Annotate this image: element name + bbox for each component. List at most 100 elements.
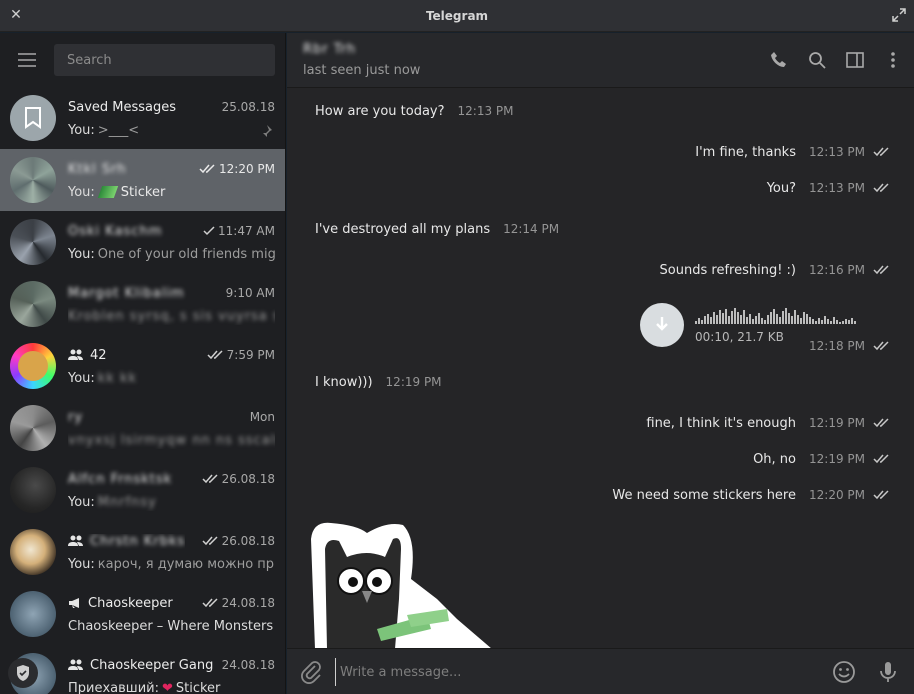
emoji-icon[interactable]	[832, 660, 856, 684]
message-sender: You:	[68, 184, 95, 200]
message-time: 12:13 PM	[809, 181, 865, 195]
message-sender: Приехавший:	[68, 680, 159, 694]
message-preview: Sticker	[175, 680, 221, 694]
message-preview: Sticker	[120, 184, 166, 200]
maximize-window-icon[interactable]	[892, 8, 906, 22]
close-window-icon[interactable]: ✕	[8, 7, 24, 23]
message-preview: kk kk	[97, 370, 138, 386]
chat-name: ry	[68, 409, 84, 425]
title-bar: ✕ Telegram	[0, 0, 914, 32]
chat-list-sidebar: Saved Messages 25.08.18 You:>___< Ktkl S…	[0, 33, 286, 694]
owl-sticker-image[interactable]	[307, 519, 497, 648]
chat-item-active[interactable]: Ktkl Srh 12:20 PM You: Sticker	[0, 149, 285, 211]
double-check-icon	[873, 418, 889, 428]
message-sender: You:	[68, 246, 95, 262]
group-icon	[68, 535, 83, 546]
chat-time: 9:10 AM	[225, 286, 275, 300]
pin-icon	[262, 125, 272, 138]
chat-name: Chrstn Krbks	[90, 533, 186, 549]
chat-time: 7:59 PM	[226, 348, 275, 362]
message-preview: >___<	[97, 122, 140, 138]
chat-item-42[interactable]: 42 7:59 PM You: kk kk	[0, 335, 285, 397]
chat-item[interactable]: ry Mon vnyxsj lsirmyqw nn ns sscalshh ..…	[0, 397, 285, 459]
chat-name: Margot Klibalim	[68, 285, 185, 301]
avatar	[10, 467, 56, 513]
chat-name: Saved Messages	[68, 99, 177, 115]
message-input[interactable]	[335, 658, 815, 686]
chat-time: 26.08.18	[221, 534, 275, 548]
message-text: fine, I think it's enough	[646, 416, 796, 431]
message-text: Oh, no	[753, 452, 796, 467]
message-outgoing[interactable]: You? 12:13 PM	[767, 181, 890, 196]
message-text: How are you today?	[315, 104, 445, 119]
chat-item-saved-messages[interactable]: Saved Messages 25.08.18 You: >___<	[0, 87, 285, 149]
attach-paperclip-icon[interactable]	[299, 660, 323, 684]
message-text: Sounds refreshing! :)	[659, 263, 796, 278]
shield-icon[interactable]	[8, 658, 38, 688]
voice-waveform[interactable]	[695, 306, 883, 324]
message-incoming[interactable]: I've destroyed all my plans 12:14 PM	[315, 222, 559, 237]
chat-panel: Rbr Trh last seen just now How are you t…	[287, 33, 914, 694]
voice-message[interactable]: 00:10, 21.7 KB 12:18 PM	[640, 303, 890, 359]
message-text: We need some stickers here	[612, 488, 796, 503]
sticker-thumbnail-icon	[97, 186, 118, 198]
message-time: 12:19 PM	[809, 416, 865, 430]
message-outgoing[interactable]: I'm fine, thanks 12:13 PM	[695, 145, 890, 160]
message-incoming[interactable]: How are you today? 12:13 PM	[315, 104, 514, 119]
chat-item[interactable]: Margot Klibalim 9:10 AM Kroblen syrsq, s…	[0, 273, 285, 335]
message-text: I'm fine, thanks	[695, 145, 796, 160]
double-check-icon	[207, 350, 223, 360]
message-time: 12:19 PM	[809, 452, 865, 466]
double-check-icon	[873, 147, 889, 157]
voice-duration-size: 00:10, 21.7 KB	[695, 330, 784, 344]
chat-name: Alfcn Frnsktsk	[68, 471, 173, 487]
double-check-icon	[202, 598, 218, 608]
check-icon	[203, 226, 215, 236]
sidebar-header	[0, 33, 285, 87]
chat-time: 26.08.18	[221, 472, 275, 486]
message-incoming[interactable]: I know))) 12:19 PM	[315, 375, 442, 390]
message-outgoing[interactable]: Sounds refreshing! :) 12:16 PM	[660, 263, 890, 278]
message-text: I know)))	[315, 375, 373, 390]
chat-item[interactable]: Chrstn Krbks 26.08.18 You: кароч, я думаю…	[0, 521, 285, 583]
avatar	[10, 281, 56, 327]
chat-name: 42	[90, 347, 107, 363]
chat-name: Oski Kaschm	[68, 223, 163, 239]
heart-icon: ❤	[161, 680, 173, 694]
message-time: 12:13 PM	[809, 145, 865, 159]
side-panel-icon[interactable]	[844, 49, 866, 71]
bookmark-icon	[25, 107, 41, 129]
message-preview: One of your old friends mig...	[97, 246, 275, 262]
chat-item-chaoskeeper[interactable]: Chaoskeeper 24.08.18 Chaoskeeper – Where…	[0, 583, 285, 645]
message-outgoing[interactable]: fine, I think it's enough 12:19 PM	[646, 416, 890, 431]
more-options-icon[interactable]	[882, 49, 904, 71]
message-outgoing[interactable]: Oh, no 12:19 PM	[753, 452, 890, 467]
peer-name[interactable]: Rbr Trh	[303, 42, 356, 57]
double-check-icon	[199, 164, 215, 174]
message-preview: Mnrfnsy	[97, 494, 157, 510]
avatar	[10, 405, 56, 451]
chat-item-chaoskeeper-gang[interactable]: Chaoskeeper Gang 24.08.18 Приехавший: ❤ St…	[0, 645, 285, 694]
channel-megaphone-icon	[69, 598, 79, 608]
double-check-icon	[202, 474, 218, 484]
message-time: 12:18 PM	[809, 339, 865, 353]
message-preview: Chaoskeeper – Where Monsters ...	[68, 618, 275, 634]
double-check-icon	[873, 490, 889, 500]
message-composer	[287, 648, 914, 694]
avatar	[10, 157, 56, 203]
message-outgoing[interactable]: We need some stickers here 12:20 PM	[612, 488, 890, 503]
double-check-icon	[873, 265, 889, 275]
phone-call-icon[interactable]	[768, 49, 790, 71]
search-input[interactable]	[54, 44, 275, 76]
message-sender: You:	[68, 556, 95, 572]
message-preview: vnyxsj lsirmyqw nn ns sscalshh ...	[68, 432, 275, 448]
download-icon[interactable]	[640, 303, 684, 347]
microphone-icon[interactable]	[876, 660, 900, 684]
message-text: I've destroyed all my plans	[315, 222, 491, 237]
search-icon[interactable]	[806, 49, 828, 71]
hamburger-menu-icon[interactable]	[0, 33, 54, 87]
chat-name: Ktkl Srh	[68, 161, 127, 177]
chat-item[interactable]: Alfcn Frnsktsk 26.08.18 You: Mnrfnsy	[0, 459, 285, 521]
chat-item[interactable]: Oski Kaschm 11:47 AM You: One of your old…	[0, 211, 285, 273]
avatar	[10, 343, 56, 389]
